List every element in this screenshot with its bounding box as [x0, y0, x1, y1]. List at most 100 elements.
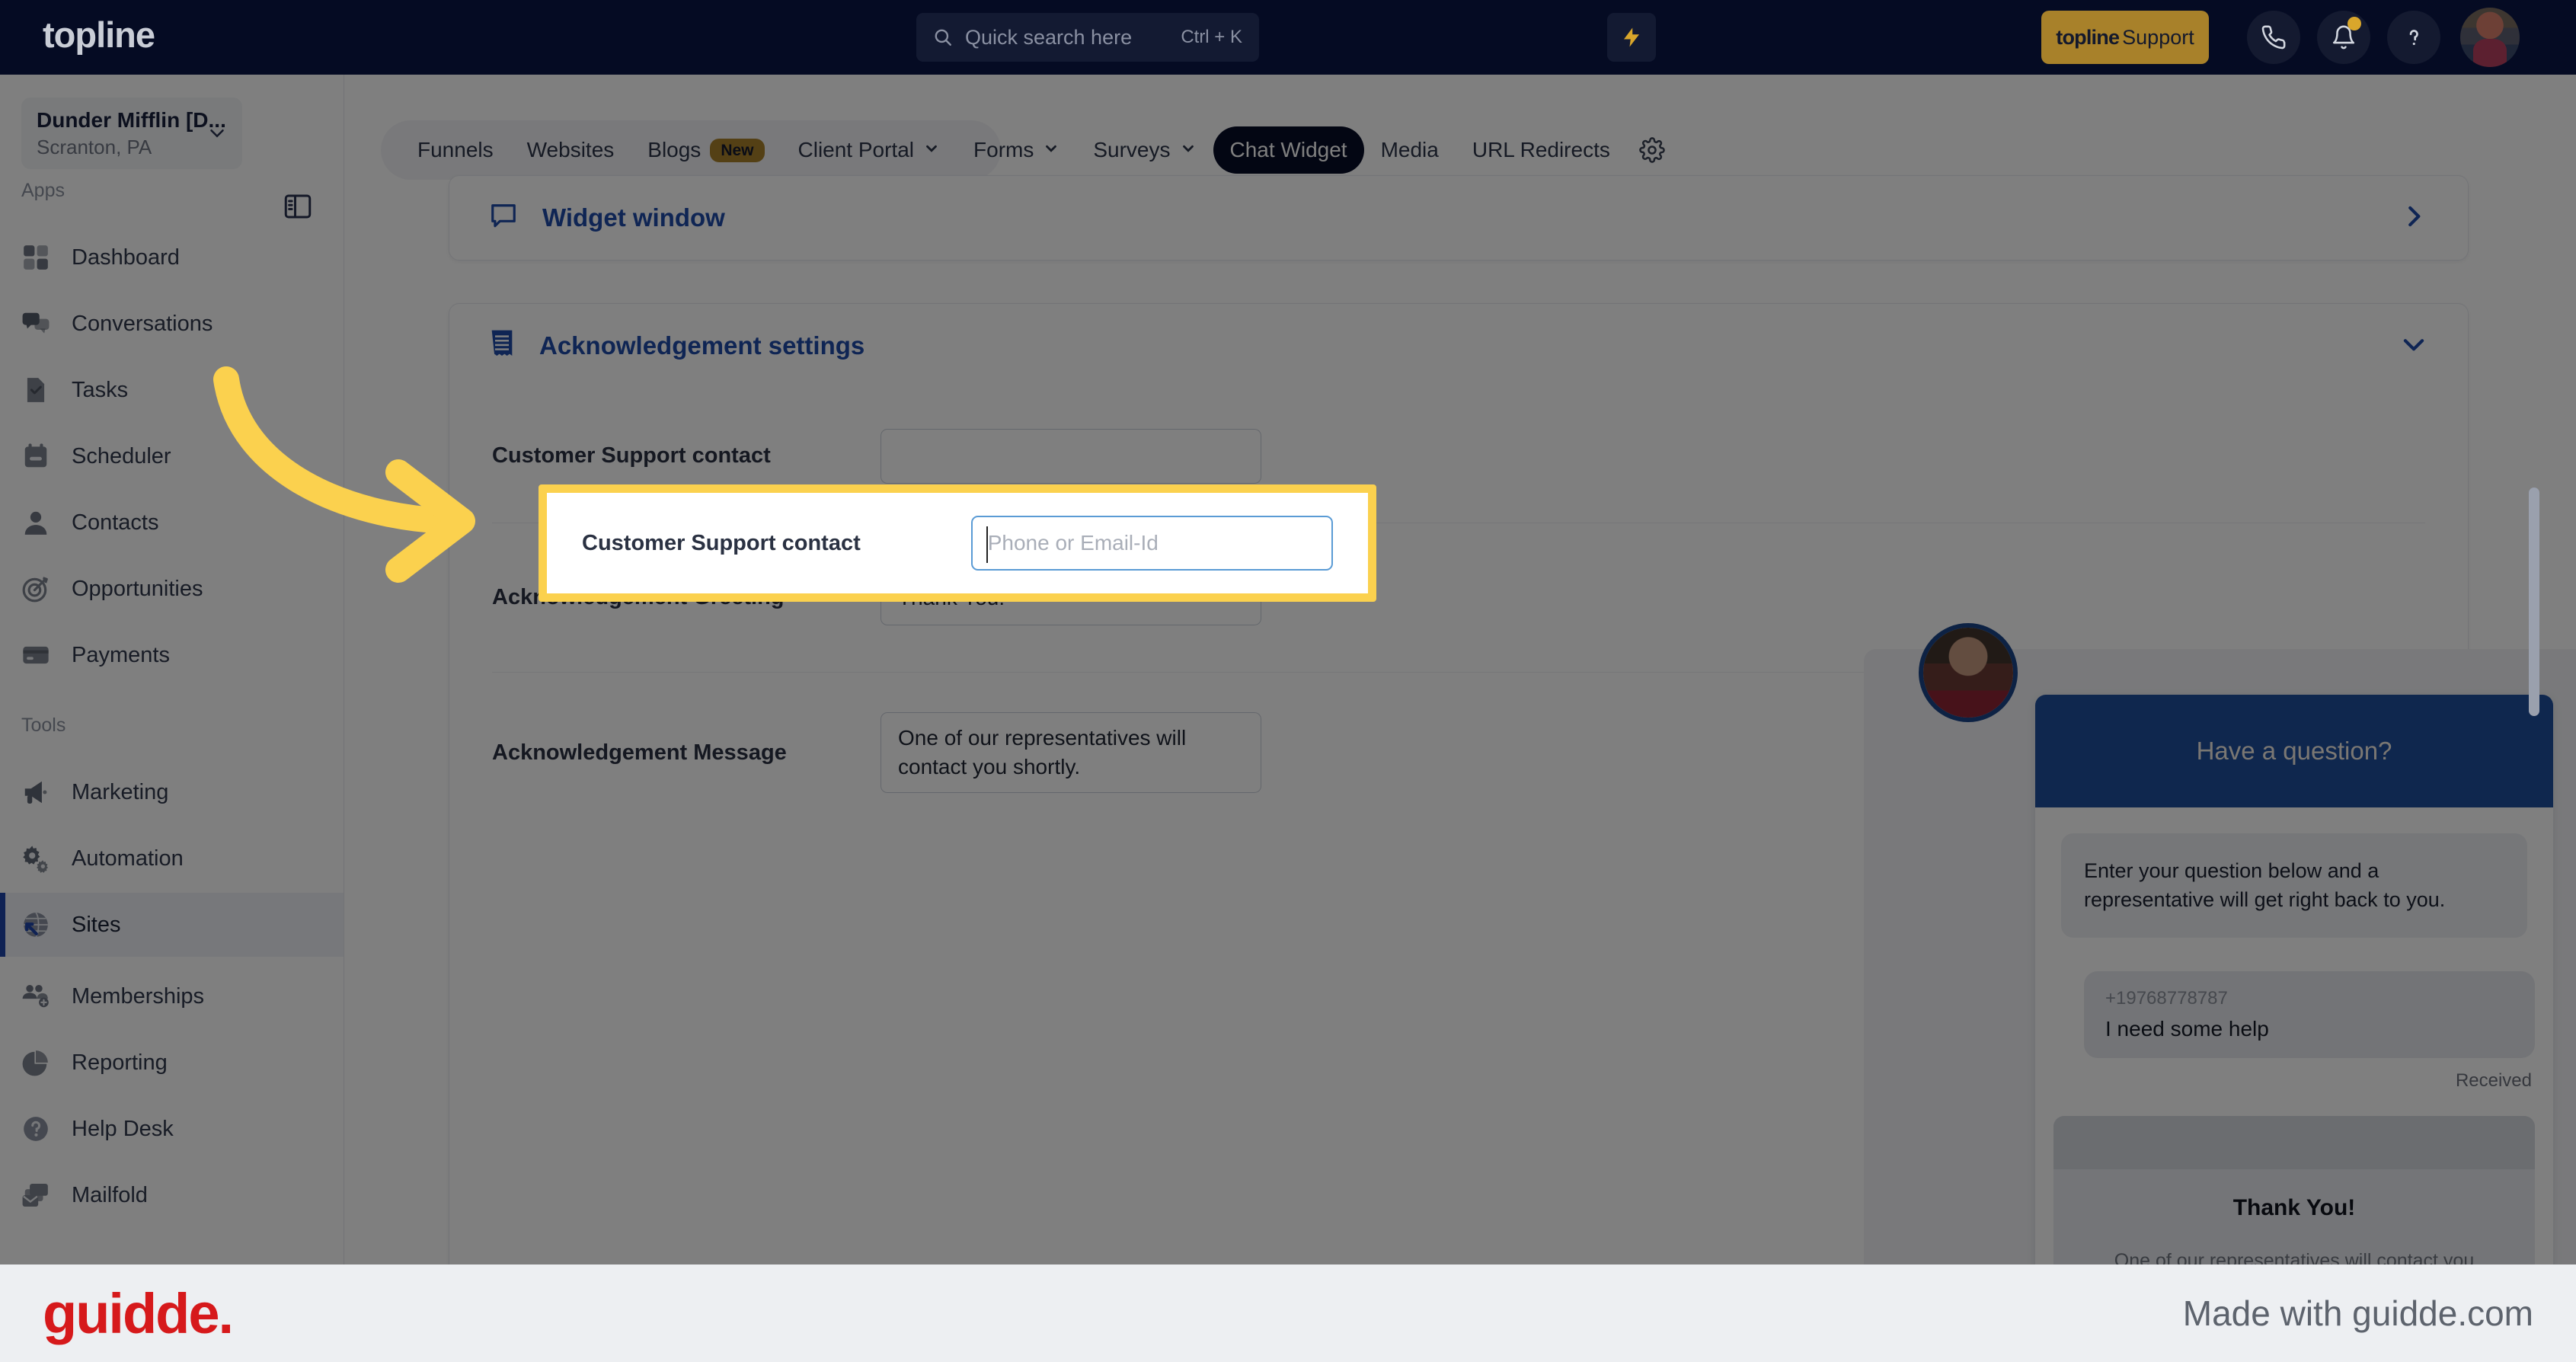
panel-collapse-icon[interactable] — [282, 190, 314, 226]
chevron-down-icon — [206, 122, 229, 149]
pie-chart-icon — [21, 1048, 50, 1077]
sidebar-item-automation[interactable]: Automation — [0, 826, 344, 890]
phone-icon[interactable] — [2247, 11, 2300, 64]
tab-media[interactable]: Media — [1364, 126, 1456, 174]
widget-window-header[interactable]: Widget window — [449, 176, 2468, 260]
tab-funnels[interactable]: Funnels — [401, 126, 510, 174]
chat-window-preview: Have a question? Enter your question bel… — [2035, 695, 2553, 1264]
tab-chat-widget[interactable]: Chat Widget — [1213, 126, 1364, 174]
location-name: Dunder Mifflin [D... — [37, 108, 226, 132]
card-title: Widget window — [542, 203, 725, 232]
guidde-footer: guidde. Made with guidde.com — [0, 1264, 2576, 1362]
sidebar-item-help-desk[interactable]: Help Desk — [0, 1097, 344, 1161]
customer-support-contact-field[interactable]: Phone or Email-Id — [970, 516, 1333, 571]
support-label: Support — [2122, 25, 2194, 49]
preview-header-title: Have a question? — [2196, 737, 2392, 765]
widget-window-card[interactable]: Widget window — [449, 175, 2469, 261]
lightning-bolt-icon[interactable] — [1607, 13, 1656, 62]
field-label: Acknowledgement Message — [492, 740, 787, 765]
target-icon — [21, 574, 50, 603]
calendar-icon — [21, 442, 50, 471]
sidebar-item-conversations[interactable]: Conversations — [0, 292, 344, 356]
notification-dot — [2347, 17, 2361, 30]
search-input[interactable]: Quick search here Ctrl + K — [916, 13, 1259, 62]
incoming-message-bubble: +19768778787 I need some help — [2084, 970, 2535, 1058]
tab-client-portal[interactable]: Client Portal — [781, 126, 957, 174]
sidebar-item-dashboard[interactable]: Dashboard — [0, 225, 344, 289]
incoming-message-text: I need some help — [2105, 1016, 2269, 1041]
user-avatar[interactable] — [2460, 8, 2520, 67]
chat-window-icon — [489, 202, 518, 235]
chat-widget-preview: Have a question? Enter your question bel… — [1864, 628, 2576, 1264]
sidebar-item-label: Reporting — [72, 1050, 168, 1075]
location-switcher[interactable]: Dunder Mifflin [D... Scranton, PA — [21, 98, 242, 169]
message-status: Received — [2455, 1069, 2532, 1091]
curved-arrow-icon — [194, 358, 514, 590]
acknowledgement-message-input[interactable]: One of our representatives will contact … — [881, 712, 1261, 793]
field-label: Customer Support contact — [492, 443, 771, 468]
agent-avatar — [1923, 628, 2013, 718]
vertical-scrollbar[interactable] — [2529, 488, 2539, 716]
sidebar-item-reporting[interactable]: Reporting — [0, 1031, 344, 1095]
gears-icon — [21, 844, 50, 873]
sidebar-item-payments[interactable]: Payments — [0, 623, 344, 687]
credit-card-icon — [21, 641, 50, 670]
ack-preview-title: Thank You! — [2232, 1194, 2356, 1220]
tab-label: Websites — [526, 138, 615, 161]
highlighted-field-label: Customer Support contact — [582, 530, 861, 555]
mail-stack-icon — [21, 1181, 50, 1210]
sidebar-item-label: Conversations — [72, 311, 213, 336]
question-mark-icon[interactable] — [2387, 11, 2440, 64]
question-circle-icon — [21, 1114, 50, 1143]
sidebar-item-label: Dashboard — [72, 245, 180, 270]
tab-blogs[interactable]: Blogs New — [631, 126, 781, 174]
made-with-guidde-label: Made with guidde.com — [2182, 1293, 2533, 1333]
sidebar-item-memberships[interactable]: Memberships — [0, 964, 344, 1028]
sidebar-item-label: Marketing — [72, 779, 169, 804]
gear-icon[interactable] — [1627, 137, 1677, 163]
tab-surveys[interactable]: Surveys — [1076, 126, 1213, 174]
tab-label: Surveys — [1093, 138, 1171, 161]
app-logo: topline — [43, 14, 155, 55]
chat-intro-bubble: Enter your question below and a represen… — [2061, 833, 2527, 938]
sidebar-item-label: Automation — [72, 846, 184, 871]
sidebar-item-label: Scheduler — [72, 443, 171, 468]
chevron-down-icon — [1180, 138, 1197, 162]
sidebar-item-sites[interactable]: Sites — [0, 893, 344, 957]
chevron-down-icon[interactable] — [2399, 330, 2428, 363]
chevron-right-icon[interactable] — [2399, 202, 2428, 235]
top-navigation-bar: topline Quick search here Ctrl + K topli… — [0, 0, 2576, 75]
sidebar-item-marketing[interactable]: Marketing — [0, 760, 344, 824]
megaphone-icon — [21, 778, 50, 807]
sidebar-item-label: Tasks — [72, 377, 129, 402]
acknowledgement-settings-header[interactable]: Acknowledgement settings — [449, 304, 2468, 388]
globe-arrow-icon — [21, 910, 50, 939]
sidebar-item-label: Contacts — [72, 510, 159, 535]
sidebar: Dunder Mifflin [D... Scranton, PA Apps D… — [0, 75, 344, 1264]
field-placeholder: Phone or Email-Id — [987, 531, 1159, 555]
sidebar-section-apps: Apps — [21, 180, 65, 201]
card-title: Acknowledgement settings — [539, 331, 865, 360]
text-caret — [986, 526, 988, 563]
location-sub: Scranton, PA — [37, 136, 152, 158]
tab-label: Forms — [973, 138, 1034, 161]
search-shortcut: Ctrl + K — [1181, 27, 1242, 47]
tab-url-redirects[interactable]: URL Redirects — [1456, 126, 1627, 174]
bell-icon[interactable] — [2317, 11, 2370, 64]
chat-preview-header: Have a question? — [2035, 695, 2553, 807]
tab-label: Chat Widget — [1229, 138, 1347, 161]
sidebar-section-tools: Tools — [21, 715, 66, 736]
tab-label: Client Portal — [797, 138, 915, 161]
new-badge: New — [710, 138, 765, 162]
topline-support-button[interactable]: topline Support — [2041, 11, 2209, 64]
tab-websites[interactable]: Websites — [510, 126, 631, 174]
chevron-down-icon — [1043, 138, 1059, 162]
sidebar-item-label: Mailfold — [72, 1182, 148, 1207]
guidde-logo: guidde. — [43, 1281, 234, 1345]
tab-forms[interactable]: Forms — [957, 126, 1076, 174]
chevron-down-icon — [923, 138, 940, 162]
tab-label: Media — [1380, 138, 1439, 161]
sidebar-item-label: Sites — [72, 912, 121, 937]
sidebar-item-mailfold[interactable]: Mailfold — [0, 1163, 344, 1227]
customer-support-contact-input[interactable] — [881, 428, 1261, 484]
